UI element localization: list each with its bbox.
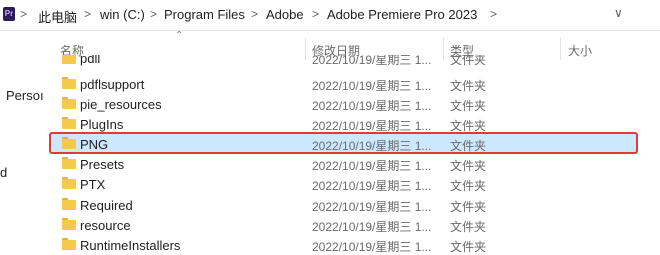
file-name: RuntimeInstallers (80, 238, 181, 253)
file-row[interactable]: PlugIns 2022/10/19/星期三 1... 文件夹 (52, 114, 638, 134)
file-modified: 2022/10/19/星期三 1... (312, 99, 432, 113)
nav-item-personal[interactable]: Persoı (6, 88, 44, 103)
breadcrumb-premiere-pro[interactable]: Adobe Premiere Pro 2023 (327, 7, 477, 22)
file-name: PlugIns (80, 117, 124, 132)
folder-icon (62, 157, 76, 170)
file-type: 文件夹 (450, 55, 487, 67)
sort-ascending-icon: ⌃ (175, 30, 184, 41)
file-row[interactable]: pdflsupport 2022/10/19/星期三 1... 文件夹 (52, 74, 638, 94)
file-modified: 2022/10/19/星期三 1... (312, 240, 432, 254)
file-type: 文件夹 (450, 139, 487, 153)
file-modified: 2022/10/19/星期三 1... (312, 200, 432, 214)
breadcrumb-separator: > (150, 7, 158, 21)
file-row[interactable]: Required 2022/10/19/星期三 1... 文件夹 (52, 195, 638, 215)
file-modified: 2022/10/19/星期三 1... (312, 119, 432, 133)
file-name: pdflsupport (80, 77, 145, 92)
folder-icon (62, 117, 76, 130)
file-modified: 2022/10/19/星期三 1... (312, 159, 432, 173)
folder-icon (62, 77, 76, 90)
file-type: 文件夹 (450, 79, 487, 93)
breadcrumb-separator: > (490, 7, 498, 21)
file-name: pdll (80, 55, 101, 66)
file-modified: 2022/10/19/星期三 1... (312, 179, 432, 193)
file-modified: 2022/10/19/星期三 1... (312, 220, 432, 234)
breadcrumb-separator: > (84, 7, 92, 21)
folder-icon (62, 177, 76, 190)
address-bar[interactable]: Pr > 此电脑 > win (C:) > Program Files > Ad… (0, 0, 660, 31)
folder-icon (62, 218, 76, 231)
folder-icon (62, 137, 76, 150)
file-name: Presets (80, 157, 125, 172)
breadcrumb-program-files[interactable]: Program Files (164, 7, 245, 22)
file-type: 文件夹 (450, 200, 487, 214)
file-modified: 2022/10/19/星期三 1... (312, 139, 432, 153)
breadcrumb-drive-c[interactable]: win (C:) (100, 7, 145, 22)
breadcrumb-separator: > (251, 7, 259, 21)
file-name: PNG (80, 137, 109, 152)
file-type: 文件夹 (450, 99, 487, 113)
file-modified: 2022/10/19/星期三 1... (312, 79, 432, 93)
file-type: 文件夹 (450, 220, 487, 234)
folder-icon (62, 55, 76, 65)
nav-item-partial[interactable]: d (0, 165, 7, 180)
file-row[interactable]: pie_resources 2022/10/19/星期三 1... 文件夹 (52, 94, 638, 114)
breadcrumb-adobe[interactable]: Adobe (266, 7, 304, 22)
address-dropdown-icon[interactable]: ∨ (614, 6, 623, 20)
file-row[interactable]: RuntimeInstallers 2022/10/19/星期三 1... 文件夹 (52, 235, 638, 255)
file-type: 文件夹 (450, 240, 487, 254)
file-type: 文件夹 (450, 159, 487, 173)
folder-icon (62, 97, 76, 110)
file-row[interactable]: PNG 2022/10/19/星期三 1... 文件夹 (52, 134, 638, 154)
folder-icon (62, 198, 76, 211)
file-name: resource (80, 218, 131, 233)
breadcrumb-separator: > (20, 7, 28, 21)
file-row[interactable]: PTX 2022/10/19/星期三 1... 文件夹 (52, 174, 638, 194)
file-row[interactable]: resource 2022/10/19/星期三 1... 文件夹 (52, 215, 638, 235)
file-row[interactable]: pdll 2022/10/19/星期三 1... 文件夹 (52, 55, 638, 69)
file-type: 文件夹 (450, 119, 487, 133)
premiere-icon: Pr (3, 7, 15, 21)
breadcrumb-this-pc[interactable]: 此电脑 (38, 7, 77, 26)
file-modified: 2022/10/19/星期三 1... (312, 55, 432, 67)
file-type: 文件夹 (450, 179, 487, 193)
breadcrumb-separator: > (312, 7, 320, 21)
file-name: pie_resources (80, 97, 162, 112)
file-row[interactable]: Presets 2022/10/19/星期三 1... 文件夹 (52, 154, 638, 174)
file-name: Required (80, 198, 133, 213)
file-name: PTX (80, 177, 106, 192)
folder-icon (62, 238, 76, 251)
